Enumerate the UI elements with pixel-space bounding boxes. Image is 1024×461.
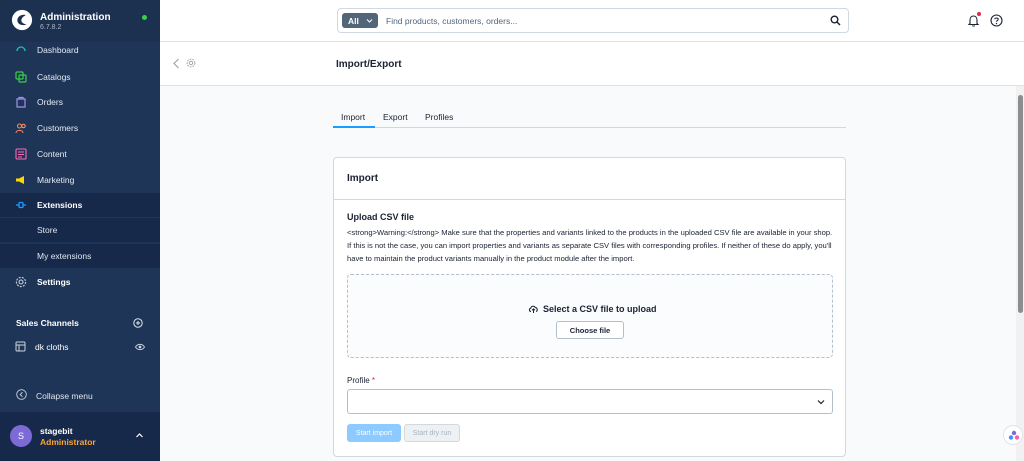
search-icon[interactable] [830, 15, 841, 26]
tab-active-indicator [333, 126, 375, 128]
start-import-button[interactable]: Start import [347, 424, 401, 442]
orders-icon [16, 96, 26, 108]
megaphone-icon [16, 176, 24, 184]
collapse-icon [16, 389, 27, 400]
avatar: S [10, 425, 32, 447]
user-role: Administrator [40, 437, 96, 447]
sidebar-item-settings[interactable]: Settings [0, 270, 160, 294]
search-scope-label: All [348, 16, 359, 26]
brand-header: Administration 6.7.8.2 [0, 0, 160, 42]
scrollbar-thumb[interactable] [1018, 95, 1023, 313]
search-input[interactable] [386, 13, 816, 28]
tab-export[interactable]: Export [383, 112, 408, 122]
sidebar-subitem-my-extensions[interactable]: My extensions [0, 244, 160, 268]
content-icon [15, 148, 27, 160]
assistant-button[interactable] [1003, 425, 1023, 445]
eye-icon[interactable] [135, 342, 145, 352]
sidebar-item-label: Content [37, 149, 67, 159]
sidebar-item-extensions[interactable]: Extensions [0, 193, 160, 217]
sidebar-item-label: Catalogs [37, 72, 71, 82]
notification-badge [977, 12, 981, 16]
sidebar-item-label: Extensions [37, 200, 83, 210]
main-content: Import Export Profiles Import Upload CSV… [160, 86, 1016, 461]
sidebar-item-orders[interactable]: Orders [0, 90, 160, 114]
search-scope-dropdown[interactable]: All [342, 13, 378, 28]
sales-channels-title: Sales Channels [16, 318, 79, 328]
customers-icon [15, 123, 26, 134]
tab-import[interactable]: Import [341, 112, 365, 122]
sidebar-item-content[interactable]: Content [0, 142, 160, 166]
sidebar-item-customers[interactable]: Customers [0, 116, 160, 140]
dropzone-label: Select a CSV file to upload [543, 304, 657, 314]
help-icon[interactable] [990, 14, 1003, 27]
user-menu[interactable]: S stagebit Administrator [0, 412, 160, 461]
collapse-menu-button[interactable]: Collapse menu [0, 386, 160, 404]
storefront-icon [15, 341, 26, 352]
sidebar-subitem-label: Store [37, 225, 58, 235]
sidebar: Administration 6.7.8.2 Dashboard Catalog… [0, 0, 160, 461]
sales-channel-label: dk cloths [35, 342, 69, 352]
tab-bar: Import Export Profiles [333, 106, 846, 128]
chevron-down-icon [817, 400, 825, 405]
import-card: Import Upload CSV file <strong>Warning:<… [333, 157, 846, 457]
choose-file-button[interactable]: Choose file [556, 321, 624, 339]
sidebar-item-label: Marketing [37, 175, 75, 185]
sidebar-item-dashboard[interactable]: Dashboard [0, 42, 160, 60]
collapse-menu-label: Collapse menu [36, 391, 93, 401]
cloud-upload-icon [528, 305, 538, 313]
shopware-logo-icon[interactable] [11, 9, 33, 31]
csv-dropzone[interactable]: Select a CSV file to upload Choose file [347, 274, 833, 358]
sidebar-item-label: Orders [37, 97, 63, 107]
sidebar-item-catalogs[interactable]: Catalogs [0, 65, 160, 89]
sidebar-item-label: Settings [37, 277, 71, 287]
profile-label-text: Profile [347, 376, 370, 385]
gear-icon[interactable] [186, 58, 196, 68]
sidebar-item-label: Dashboard [37, 45, 79, 55]
global-search: All [337, 8, 849, 33]
card-title: Import [347, 173, 379, 184]
catalogs-icon [15, 71, 27, 83]
dashboard-icon [16, 46, 26, 52]
start-dry-run-button[interactable]: Start dry run [404, 424, 460, 442]
upload-title: Upload CSV file [347, 212, 415, 222]
gear-icon [15, 276, 27, 288]
assistant-icon [1008, 430, 1020, 440]
sidebar-subitem-label: My extensions [37, 251, 92, 261]
sidebar-item-label: Customers [37, 123, 79, 133]
profile-label: Profile * [347, 376, 375, 385]
chevron-down-icon [366, 19, 373, 23]
sales-channel-item[interactable]: dk cloths [0, 338, 160, 356]
top-bar: All [160, 0, 1024, 42]
warning-text: <strong>Warning:</strong> Make sure that… [347, 228, 833, 263]
profile-select[interactable] [347, 389, 833, 414]
add-sales-channel-icon[interactable] [133, 318, 143, 328]
tab-profiles[interactable]: Profiles [425, 112, 453, 122]
brand-version: 6.7.8.2 [40, 24, 62, 31]
brand-title: Administration [40, 12, 111, 23]
page-title: Import/Export [336, 59, 402, 70]
chevron-up-icon [136, 433, 143, 438]
sidebar-item-marketing[interactable]: Marketing [0, 168, 160, 192]
extensions-icon [16, 201, 26, 209]
chevron-left-icon[interactable] [172, 58, 181, 69]
required-marker: * [371, 376, 376, 385]
card-header: Import [334, 158, 845, 200]
smart-bar: Import/Export [160, 42, 1024, 86]
sidebar-subitem-store[interactable]: Store [0, 218, 160, 242]
user-name: stagebit [40, 426, 73, 436]
status-indicator [142, 15, 147, 20]
